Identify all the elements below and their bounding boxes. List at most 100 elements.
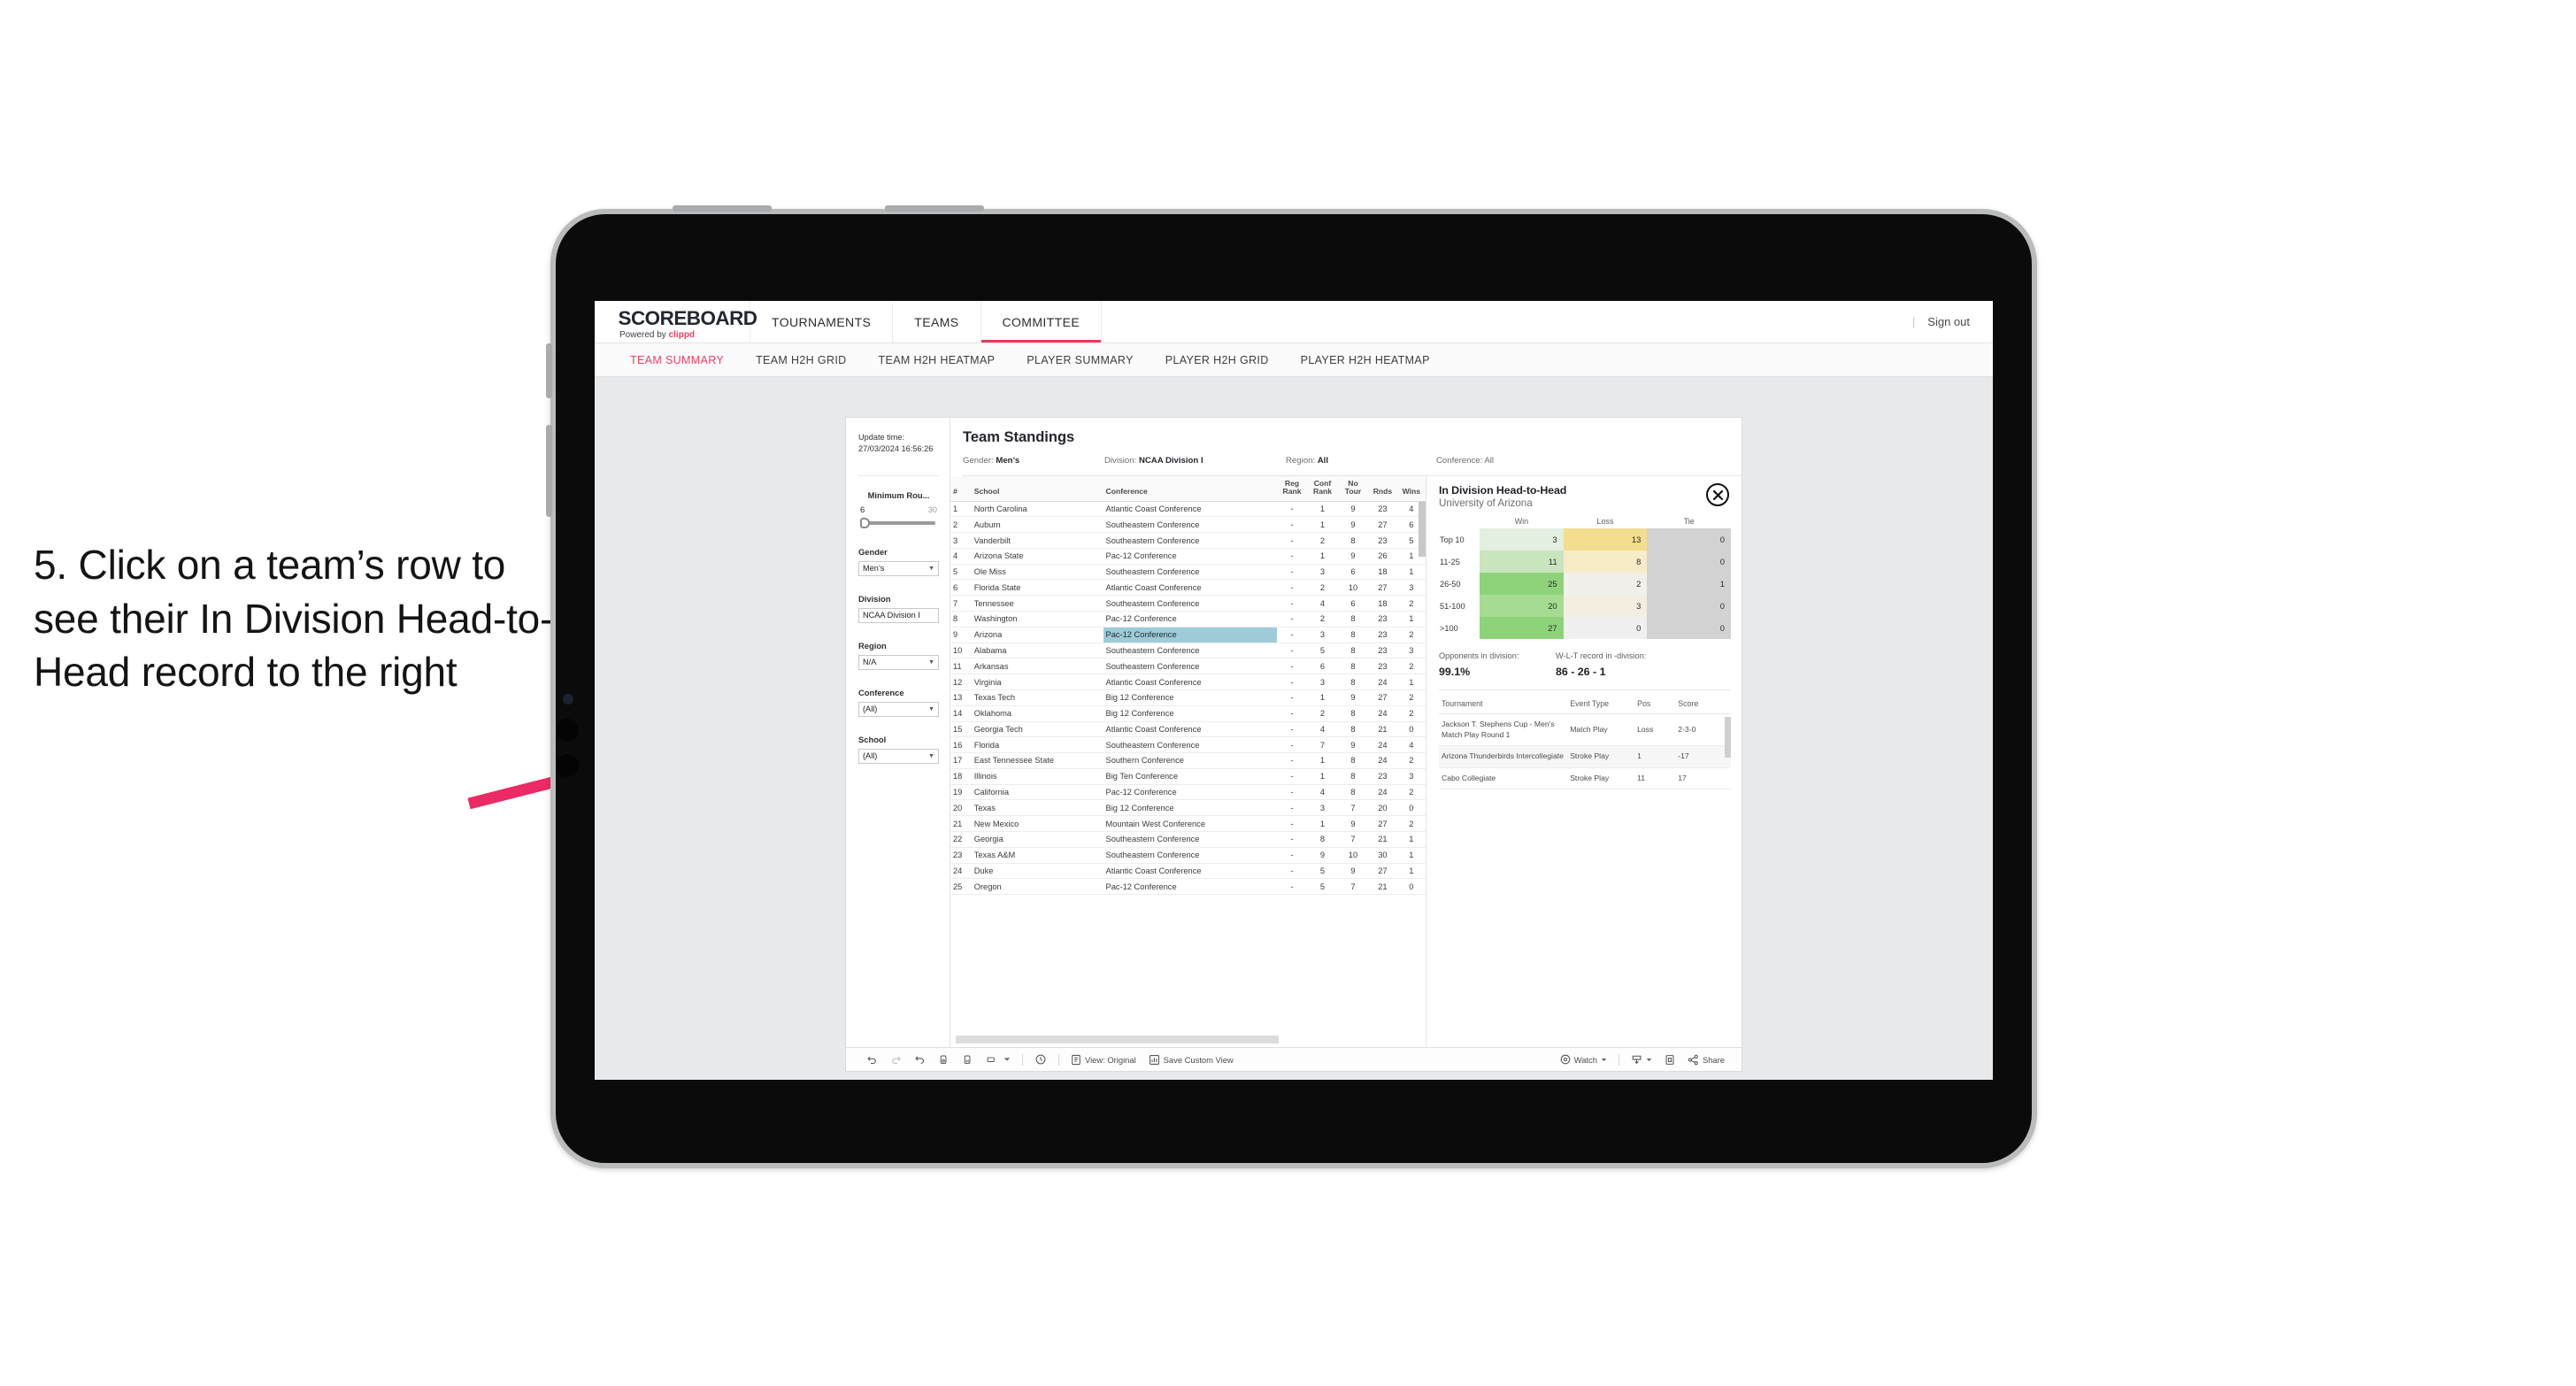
heatmap-loss-cell[interactable]: 8 (1563, 551, 1648, 573)
pause-updates-icon[interactable] (956, 1054, 980, 1066)
brand-logo[interactable]: SCOREBOARD Powered by clippd (595, 301, 757, 343)
view-original-button[interactable]: View: Original (1065, 1054, 1142, 1066)
heatmap-win-cell[interactable]: 27 (1480, 617, 1564, 639)
heatmap-win-cell[interactable]: 3 (1480, 528, 1564, 551)
table-row[interactable]: 18 Illinois Big Ten Conference -1 8 23 3 (950, 768, 1426, 785)
watch-button[interactable]: Watch (1554, 1054, 1613, 1065)
th-conf-rank[interactable]: Conf Rank (1307, 476, 1338, 502)
tournaments-scrollbar[interactable] (1725, 717, 1731, 758)
subtab-player-h2h-grid[interactable]: PLAYER H2H GRID (1150, 354, 1285, 366)
table-row[interactable]: 3 Vanderbilt Southeastern Conference -2 8 23 5 (950, 532, 1426, 549)
download-icon[interactable] (1625, 1054, 1658, 1066)
subtab-player-summary[interactable]: PLAYER SUMMARY (1011, 354, 1149, 366)
conf-rank-cell: 5 (1307, 878, 1338, 896)
table-row[interactable]: 5 Ole Miss Southeastern Conference -3 6 18 1 (950, 564, 1426, 581)
table-row[interactable]: 21 New Mexico Mountain West Conference -1 9 2… (950, 815, 1426, 832)
redo-icon[interactable] (884, 1054, 908, 1066)
revert-icon[interactable] (908, 1054, 932, 1066)
table-row[interactable]: 12 Virginia Atlantic Coast Conference -3 8 24… (950, 674, 1426, 690)
th-wins[interactable]: Wins (1396, 476, 1426, 502)
heatmap-loss-cell[interactable]: 0 (1563, 617, 1648, 639)
wins-cell: 2 (1396, 595, 1426, 612)
table-row[interactable]: 4 Arizona State Pac-12 Conference -1 9 26 1 (950, 548, 1426, 565)
chevron-down-icon: ▼ (928, 658, 934, 666)
table-row[interactable]: 8 Washington Pac-12 Conference -2 8 23 1 (950, 611, 1426, 628)
table-row[interactable]: 2 Auburn Southeastern Conference -1 9 27 6 (950, 516, 1426, 534)
heatmap-tie-cell[interactable]: 0 (1647, 528, 1731, 551)
filter-conference-select[interactable]: (All) ▼ (858, 701, 939, 717)
heatmap-tie-cell[interactable]: 0 (1647, 551, 1731, 573)
table-row[interactable]: 6 Florida State Atlantic Coast Conference -… (950, 579, 1426, 597)
table-row[interactable]: 9 Arizona Pac-12 Conference -3 8 23 2 (950, 627, 1426, 643)
filter-school-select[interactable]: (All) ▼ (858, 748, 939, 764)
filter-gender-select[interactable]: Men’s ▼ (858, 560, 939, 576)
table-row[interactable]: 13 Texas Tech Big 12 Conference -1 9 27 2 (950, 689, 1426, 706)
rnds-cell: 23 (1368, 627, 1397, 643)
table-row[interactable]: 23 Texas A&M Southeastern Conference -9 10 30… (950, 847, 1426, 864)
heatmap-win-cell[interactable]: 20 (1480, 595, 1564, 617)
table-row[interactable]: 15 Georgia Tech Atlantic Coast Conference -… (950, 721, 1426, 738)
heatmap-tie-cell[interactable]: 1 (1647, 573, 1731, 595)
table-row[interactable]: 22 Georgia Southeastern Conference -8 7 21 1 (950, 831, 1426, 848)
th-rnds[interactable]: Rnds (1368, 476, 1397, 502)
heatmap-row: 11-25 11 8 0 (1439, 551, 1731, 573)
school-cell: Arizona State (971, 548, 1103, 565)
table-row[interactable]: 1 North Carolina Atlantic Coast Conference… (950, 501, 1426, 518)
table-row[interactable]: 10 Alabama Southeastern Conference -5 8 23 3 (950, 643, 1426, 659)
filter-region-select[interactable]: N/A ▼ (858, 654, 939, 670)
share-button[interactable]: Share (1681, 1054, 1731, 1066)
conference-cell: Pac-12 Conference (1103, 611, 1277, 628)
table-row[interactable]: 16 Florida Southeastern Conference -7 9 24 4 (950, 736, 1426, 754)
subtab-player-h2h-heatmap[interactable]: PLAYER H2H HEATMAP (1285, 354, 1446, 366)
nav-tab-committee[interactable]: COMMITTEE (980, 301, 1103, 343)
table-row[interactable]: 14 Oklahoma Big 12 Conference -2 8 24 2 (950, 705, 1426, 722)
wins-cell: 1 (1396, 847, 1426, 864)
chevron-down-icon[interactable] (1003, 1056, 1017, 1063)
viz-area: Update time: 27/03/2024 16:56:26 Minimum… (595, 377, 1993, 1080)
heatmap-loss-cell[interactable]: 13 (1563, 528, 1648, 551)
close-icon[interactable] (1706, 483, 1729, 506)
heatmap-win-cell[interactable]: 11 (1480, 551, 1564, 573)
subtab-team-h2h-heatmap[interactable]: TEAM H2H HEATMAP (863, 354, 1011, 366)
th-no-tour[interactable]: No Tour (1337, 476, 1369, 502)
nav-tab-tournaments[interactable]: TOURNAMENTS (750, 301, 894, 343)
vertical-scrollbar[interactable] (1419, 501, 1426, 557)
table-row[interactable]: 25 Oregon Pac-12 Conference -5 7 21 0 (950, 878, 1426, 896)
subtab-team-summary[interactable]: TEAM SUMMARY (614, 354, 740, 366)
table-row[interactable]: 19 California Pac-12 Conference -4 8 24 2 (950, 784, 1426, 801)
table-row[interactable]: 24 Duke Atlantic Coast Conference -5 9 27 1 (950, 863, 1426, 880)
table-row[interactable]: 20 Texas Big 12 Conference -3 7 20 0 (950, 799, 1426, 817)
min-rounds-slider[interactable] (858, 517, 939, 529)
heatmap-loss-cell[interactable]: 2 (1563, 573, 1648, 595)
wins-cell: 0 (1396, 878, 1426, 896)
reg-rank-cell: - (1276, 768, 1308, 785)
heatmap-tie-cell[interactable]: 0 (1647, 595, 1731, 617)
heatmap-win-cell[interactable]: 25 (1480, 573, 1564, 595)
heatmap-tie-cell[interactable]: 0 (1647, 617, 1731, 639)
tournament-row[interactable]: Arizona Thunderbirds Intercollegiate Stro… (1439, 745, 1731, 768)
rank-cell: 6 (950, 579, 972, 597)
table-row[interactable]: 11 Arkansas Southeastern Conference -6 8 23 2 (950, 658, 1426, 675)
th-conference[interactable]: Conference (1103, 476, 1277, 502)
th-rank[interactable]: # (950, 476, 972, 502)
save-custom-view-button[interactable]: Save Custom View (1142, 1054, 1240, 1066)
history-icon[interactable] (1028, 1053, 1053, 1066)
heatmap-loss-cell[interactable]: 3 (1563, 595, 1648, 617)
slider-handle[interactable] (860, 517, 870, 528)
sign-out-link[interactable]: Sign out (1927, 315, 1970, 328)
refresh-data-icon[interactable] (932, 1054, 956, 1066)
subtab-team-h2h-grid[interactable]: TEAM H2H GRID (740, 354, 862, 366)
tournament-row[interactable]: Cabo Collegiate Stroke Play 11 17 (1439, 767, 1731, 790)
horizontal-scrollbar[interactable] (956, 1036, 1279, 1043)
fullscreen-icon[interactable] (1658, 1054, 1681, 1066)
th-school[interactable]: School (971, 476, 1103, 502)
undo-icon[interactable] (860, 1054, 884, 1066)
table-row[interactable]: 7 Tennessee Southeastern Conference -4 6 18 2 (950, 595, 1426, 612)
th-reg-rank[interactable]: Reg Rank (1276, 476, 1308, 502)
header-separator: | (1911, 315, 1916, 328)
filter-division-select[interactable]: NCAA Division I (858, 607, 939, 623)
tournament-row[interactable]: Jackson T. Stephens Cup - Men’s Match Pl… (1439, 713, 1731, 747)
nav-tab-teams[interactable]: TEAMS (893, 301, 981, 343)
view-shape-icon[interactable] (980, 1055, 1003, 1065)
table-row[interactable]: 17 East Tennessee State Southern Conferenc… (950, 752, 1426, 769)
